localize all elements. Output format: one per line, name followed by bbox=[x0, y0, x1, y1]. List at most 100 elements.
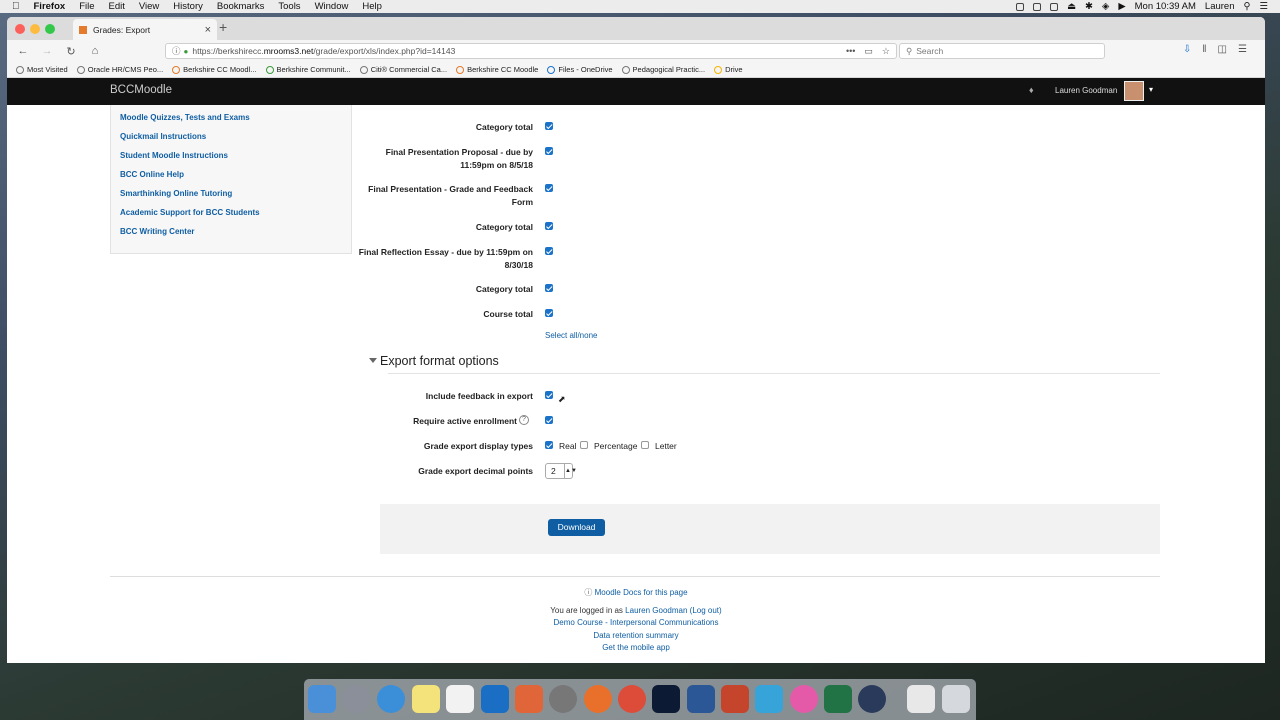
menu-view[interactable]: View bbox=[139, 1, 159, 12]
grade-item-checkbox[interactable] bbox=[545, 309, 553, 317]
excel-icon[interactable] bbox=[824, 685, 852, 713]
back-icon[interactable]: ← bbox=[15, 45, 31, 57]
close-window-button[interactable] bbox=[15, 24, 25, 34]
reload-icon[interactable]: ↻ bbox=[63, 45, 79, 58]
bookmark-oracle[interactable]: Oracle HR/CMS Peo... bbox=[76, 65, 163, 74]
zoom-window-button[interactable] bbox=[45, 24, 55, 34]
bookmark-pedagogical[interactable]: Pedagogical Practic... bbox=[621, 65, 705, 74]
wifi-icon[interactable]: ◈ bbox=[1102, 1, 1109, 12]
minimize-window-button[interactable] bbox=[30, 24, 40, 34]
app-l-icon[interactable] bbox=[755, 685, 783, 713]
sidebar-link-student-instructions[interactable]: Student Moodle Instructions bbox=[120, 151, 228, 160]
safari-icon[interactable] bbox=[377, 685, 405, 713]
info-icon[interactable]: ⓘ bbox=[172, 45, 181, 57]
sidebar-icon[interactable]: ◫ bbox=[1218, 44, 1227, 55]
sidebar-link-quickmail[interactable]: Quickmail Instructions bbox=[120, 132, 206, 141]
type-percentage-checkbox[interactable] bbox=[580, 441, 588, 449]
bookmark-most-visited[interactable]: Most Visited bbox=[16, 65, 68, 74]
firefox-icon[interactable] bbox=[584, 685, 612, 713]
url-bar[interactable]: ⓘ ● https://berkshirecc.mrooms3.net/grad… bbox=[165, 43, 897, 59]
logout-link[interactable]: (Log out) bbox=[690, 606, 722, 615]
menu-history[interactable]: History bbox=[173, 1, 203, 12]
grade-item-checkbox[interactable] bbox=[545, 147, 553, 155]
system-preferences-icon[interactable] bbox=[549, 685, 577, 713]
reminders-icon[interactable] bbox=[446, 685, 474, 713]
menu-help[interactable]: Help bbox=[362, 1, 382, 12]
spotlight-icon[interactable]: ⚲ bbox=[1244, 1, 1251, 12]
outlook-icon[interactable] bbox=[481, 685, 509, 713]
airplay-icon[interactable] bbox=[1050, 2, 1059, 11]
photoshop-icon[interactable] bbox=[652, 685, 680, 713]
grade-item-checkbox[interactable] bbox=[545, 284, 553, 292]
notification-center-icon[interactable]: ☰ bbox=[1259, 1, 1268, 12]
mobile-app-link[interactable]: Get the mobile app bbox=[602, 643, 670, 652]
course-link[interactable]: Demo Course - Interpersonal Communicatio… bbox=[554, 618, 719, 627]
section-title-export-format[interactable]: Export format options bbox=[380, 354, 499, 368]
bookmark-drive[interactable]: Drive bbox=[714, 65, 743, 74]
avatar[interactable] bbox=[1124, 81, 1144, 101]
bookmark-berkshire-community[interactable]: Berkshire Communit... bbox=[265, 65, 351, 74]
trash-icon[interactable] bbox=[942, 685, 970, 713]
grade-item-checkbox[interactable] bbox=[545, 222, 553, 230]
collapse-triangle-icon[interactable] bbox=[369, 358, 377, 363]
library-icon[interactable]: ‖ bbox=[1202, 44, 1206, 55]
menu-app-firefox[interactable]: Firefox bbox=[34, 1, 66, 12]
status-icon[interactable] bbox=[1033, 2, 1042, 11]
notifications-bell-icon[interactable]: ♦ bbox=[1029, 85, 1034, 95]
pocket-icon[interactable]: ▭ bbox=[864, 46, 873, 57]
launchpad-icon[interactable] bbox=[342, 685, 370, 713]
powerpoint-icon[interactable] bbox=[721, 685, 749, 713]
itunes-icon[interactable] bbox=[790, 685, 818, 713]
moodle-docs-link[interactable]: Moodle Docs for this page bbox=[595, 588, 688, 597]
select-all-none-link[interactable]: Select all/none bbox=[545, 331, 597, 340]
forward-icon[interactable]: → bbox=[39, 45, 55, 57]
grade-item-checkbox[interactable] bbox=[545, 247, 553, 255]
user-name[interactable]: Lauren Goodman bbox=[1055, 86, 1117, 95]
search-input[interactable]: ⚲ Search bbox=[899, 43, 1105, 59]
hamburger-menu-icon[interactable]: ☰ bbox=[1238, 44, 1247, 55]
include-feedback-checkbox[interactable] bbox=[545, 391, 553, 399]
sidebar-link-writing-center[interactable]: BCC Writing Center bbox=[120, 227, 195, 236]
data-retention-link[interactable]: Data retention summary bbox=[593, 631, 678, 640]
menu-bookmarks[interactable]: Bookmarks bbox=[217, 1, 265, 12]
bookmark-citi[interactable]: Citi® Commercial Ca... bbox=[359, 65, 447, 74]
bookmark-bcc-moodle[interactable]: Berkshire CC Moodl... bbox=[172, 65, 257, 74]
require-active-checkbox[interactable] bbox=[545, 416, 553, 424]
grade-item-checkbox[interactable] bbox=[545, 184, 553, 192]
bookmark-bcc-moodle-2[interactable]: Berkshire CC Moodle bbox=[456, 65, 538, 74]
download-button[interactable]: Download bbox=[548, 519, 605, 536]
menu-edit[interactable]: Edit bbox=[109, 1, 125, 12]
screen-sharing-icon[interactable] bbox=[515, 685, 543, 713]
sidebar-link-smarthinking[interactable]: Smarthinking Online Tutoring bbox=[120, 189, 232, 198]
site-brand[interactable]: BCCMoodle bbox=[110, 84, 172, 96]
menu-file[interactable]: File bbox=[79, 1, 94, 12]
sidebar-link-online-help[interactable]: BCC Online Help bbox=[120, 170, 184, 179]
word-icon[interactable] bbox=[687, 685, 715, 713]
user-menu-caret-icon[interactable]: ▾ bbox=[1149, 85, 1153, 94]
grade-item-checkbox[interactable] bbox=[545, 122, 553, 130]
menubar-user[interactable]: Lauren bbox=[1205, 1, 1235, 12]
finder-icon[interactable] bbox=[308, 685, 336, 713]
clock[interactable]: Mon 10:39 AM bbox=[1135, 1, 1196, 12]
downloads-stack-icon[interactable] bbox=[907, 685, 935, 713]
close-tab-icon[interactable]: × bbox=[205, 24, 211, 36]
apple-icon[interactable]:  bbox=[12, 1, 20, 12]
sidebar-link-academic-support[interactable]: Academic Support for BCC Students bbox=[120, 208, 260, 217]
new-tab-button[interactable]: + bbox=[219, 19, 227, 35]
bluetooth-icon[interactable]: ✱ bbox=[1085, 1, 1093, 12]
menu-window[interactable]: Window bbox=[315, 1, 349, 12]
chrome-icon[interactable] bbox=[618, 685, 646, 713]
download-icon[interactable]: ⇩ bbox=[1183, 44, 1191, 55]
bookmark-onedrive[interactable]: Files - OneDrive bbox=[547, 65, 613, 74]
status-icon[interactable] bbox=[1016, 2, 1025, 11]
eject-icon[interactable]: ⏏ bbox=[1067, 1, 1076, 12]
sidebar-link-quizzes[interactable]: Moodle Quizzes, Tests and Exams bbox=[120, 113, 250, 122]
menu-tools[interactable]: Tools bbox=[278, 1, 300, 12]
tab-grades-export[interactable]: Grades: Export × bbox=[73, 19, 217, 40]
page-actions-icon[interactable]: ••• bbox=[846, 46, 855, 57]
quicktime-icon[interactable] bbox=[858, 685, 886, 713]
home-icon[interactable]: ⌂ bbox=[87, 45, 103, 57]
volume-icon[interactable]: ▶ bbox=[1118, 1, 1125, 12]
help-icon[interactable]: ? bbox=[519, 415, 529, 425]
notes-icon[interactable] bbox=[412, 685, 440, 713]
